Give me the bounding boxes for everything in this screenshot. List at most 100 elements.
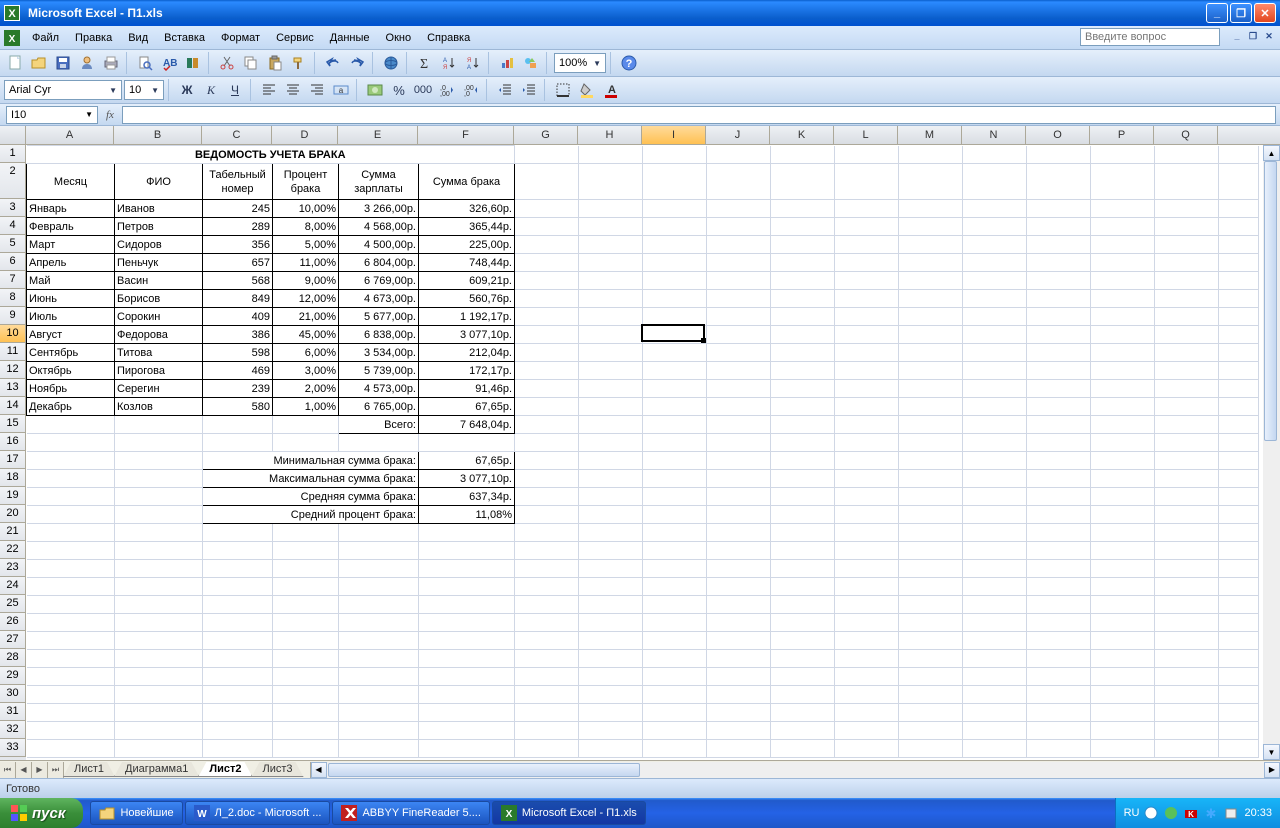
scroll-right-button[interactable]: ▶ — [1264, 762, 1280, 778]
column-header-D[interactable]: D — [272, 126, 338, 144]
summary-value[interactable]: 67,65р. — [419, 452, 515, 470]
data-cell[interactable]: Сорокин — [115, 308, 203, 326]
data-cell[interactable]: Октябрь — [27, 362, 115, 380]
sort-asc-icon[interactable]: АЯ — [438, 52, 460, 74]
doc-close-button[interactable]: ✕ — [1262, 29, 1276, 43]
row-header-28[interactable]: 28 — [0, 649, 26, 667]
bold-icon[interactable]: Ж — [176, 79, 198, 101]
data-cell[interactable]: Апрель — [27, 254, 115, 272]
data-cell[interactable]: Титова — [115, 344, 203, 362]
print-preview-icon[interactable] — [134, 52, 156, 74]
row-header-14[interactable]: 14 — [0, 397, 26, 415]
column-header-C[interactable]: C — [202, 126, 272, 144]
row-header-27[interactable]: 27 — [0, 631, 26, 649]
column-header-E[interactable]: E — [338, 126, 418, 144]
vertical-scrollbar[interactable]: ▲ ▼ — [1263, 145, 1280, 760]
data-cell[interactable]: 748,44р. — [419, 254, 515, 272]
menu-edit[interactable]: Правка — [67, 30, 120, 46]
borders-icon[interactable] — [552, 79, 574, 101]
taskbar-item-1[interactable]: W Л_2.doc - Microsoft ... — [185, 801, 331, 825]
data-cell[interactable]: Иванов — [115, 200, 203, 218]
total-label[interactable]: Всего: — [339, 416, 419, 434]
data-cell[interactable]: Март — [27, 236, 115, 254]
underline-icon[interactable]: Ч — [224, 79, 246, 101]
column-header-B[interactable]: B — [114, 126, 202, 144]
data-cell[interactable]: Август — [27, 326, 115, 344]
name-box[interactable]: I10▼ — [6, 106, 98, 124]
ask-question-input[interactable] — [1080, 28, 1220, 46]
window-minimize-button[interactable]: _ — [1206, 3, 1228, 23]
data-cell[interactable]: Пеньчук — [115, 254, 203, 272]
window-restore-button[interactable]: ❐ — [1230, 3, 1252, 23]
data-cell[interactable]: 568 — [203, 272, 273, 290]
undo-icon[interactable] — [322, 52, 344, 74]
column-header-L[interactable]: L — [834, 126, 898, 144]
menu-format[interactable]: Формат — [213, 30, 268, 46]
data-cell[interactable]: 4 673,00р. — [339, 290, 419, 308]
data-cell[interactable]: 386 — [203, 326, 273, 344]
menu-view[interactable]: Вид — [120, 30, 156, 46]
row-header-12[interactable]: 12 — [0, 361, 26, 379]
menu-window[interactable]: Окно — [378, 30, 420, 46]
data-cell[interactable]: 6,00% — [273, 344, 339, 362]
menu-help[interactable]: Справка — [419, 30, 478, 46]
data-cell[interactable]: 326,60р. — [419, 200, 515, 218]
data-cell[interactable]: 3 534,00р. — [339, 344, 419, 362]
row-header-16[interactable]: 16 — [0, 433, 26, 451]
summary-label[interactable]: Средняя сумма брака: — [203, 488, 419, 506]
data-cell[interactable]: 598 — [203, 344, 273, 362]
data-cell[interactable]: 4 573,00р. — [339, 380, 419, 398]
data-cell[interactable]: 5 677,00р. — [339, 308, 419, 326]
open-icon[interactable] — [28, 52, 50, 74]
chart-wizard-icon[interactable] — [496, 52, 518, 74]
data-cell[interactable]: 1,00% — [273, 398, 339, 416]
data-cell[interactable]: 12,00% — [273, 290, 339, 308]
print-icon[interactable] — [100, 52, 122, 74]
header-cell[interactable]: ФИО — [115, 164, 203, 200]
column-header-N[interactable]: N — [962, 126, 1026, 144]
summary-label[interactable]: Максимальная сумма брака: — [203, 470, 419, 488]
data-cell[interactable]: 4 500,00р. — [339, 236, 419, 254]
total-value[interactable]: 7 648,04р. — [419, 416, 515, 434]
row-header-5[interactable]: 5 — [0, 235, 26, 253]
align-center-icon[interactable] — [282, 79, 304, 101]
data-cell[interactable]: 2,00% — [273, 380, 339, 398]
format-painter-icon[interactable] — [288, 52, 310, 74]
row-header-23[interactable]: 23 — [0, 559, 26, 577]
data-cell[interactable]: 172,17р. — [419, 362, 515, 380]
row-header-29[interactable]: 29 — [0, 667, 26, 685]
hyperlink-icon[interactable] — [380, 52, 402, 74]
new-doc-icon[interactable] — [4, 52, 26, 74]
data-cell[interactable]: Ноябрь — [27, 380, 115, 398]
data-cell[interactable]: 289 — [203, 218, 273, 236]
row-header-7[interactable]: 7 — [0, 271, 26, 289]
data-cell[interactable]: 91,46р. — [419, 380, 515, 398]
redo-icon[interactable] — [346, 52, 368, 74]
scroll-down-button[interactable]: ▼ — [1263, 744, 1280, 760]
data-cell[interactable]: 1 192,17р. — [419, 308, 515, 326]
data-cell[interactable]: 6 769,00р. — [339, 272, 419, 290]
autosum-icon[interactable]: Σ — [414, 52, 436, 74]
font-size-combo[interactable]: 10▼ — [124, 80, 164, 100]
drawing-icon[interactable] — [520, 52, 542, 74]
menu-insert[interactable]: Вставка — [156, 30, 213, 46]
row-header-22[interactable]: 22 — [0, 541, 26, 559]
row-header-10[interactable]: 10 — [0, 325, 26, 343]
data-cell[interactable]: 212,04р. — [419, 344, 515, 362]
data-cell[interactable]: 6 804,00р. — [339, 254, 419, 272]
tab-nav-last[interactable]: ⏭ — [48, 762, 64, 778]
column-header-O[interactable]: O — [1026, 126, 1090, 144]
data-cell[interactable]: Февраль — [27, 218, 115, 236]
data-cell[interactable]: 5,00% — [273, 236, 339, 254]
data-cell[interactable]: Сентябрь — [27, 344, 115, 362]
data-cell[interactable]: Серегин — [115, 380, 203, 398]
data-cell[interactable]: 560,76р. — [419, 290, 515, 308]
sheet-tab-1[interactable]: Лист1 — [63, 762, 115, 777]
font-color-icon[interactable]: A — [600, 79, 622, 101]
italic-icon[interactable]: К — [200, 79, 222, 101]
scroll-up-button[interactable]: ▲ — [1263, 145, 1280, 161]
help-icon[interactable]: ? — [618, 52, 640, 74]
spreadsheet-grid[interactable]: ABCDEFGHIJKLMNOPQ 1234567891011121314151… — [0, 126, 1280, 760]
spelling-icon[interactable]: ABC — [158, 52, 180, 74]
formula-bar[interactable] — [122, 106, 1276, 124]
